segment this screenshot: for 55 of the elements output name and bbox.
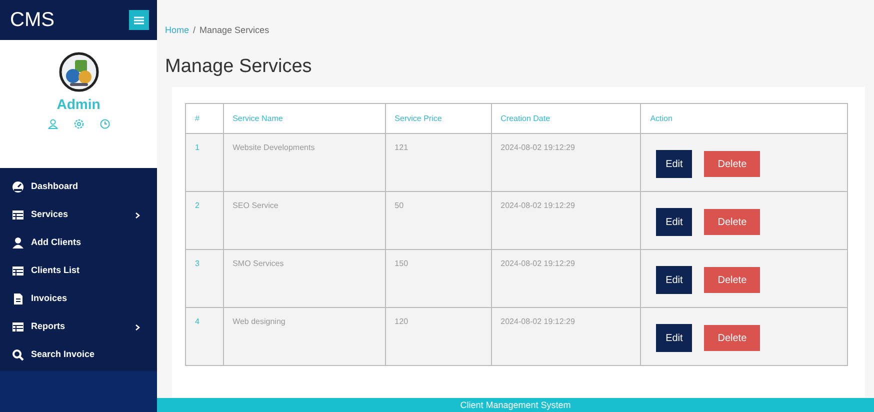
- column-header: Service Price: [385, 104, 492, 134]
- page-title: Manage Services: [165, 56, 313, 78]
- edit-button[interactable]: Edit: [656, 150, 692, 178]
- sidebar-item[interactable]: Clients List: [0, 257, 157, 285]
- table-cell: SEO Service: [223, 192, 386, 250]
- table-cell: 2: [186, 192, 224, 250]
- table-cell: 121: [385, 134, 492, 192]
- column-header: Service Name: [223, 104, 386, 134]
- table-cell: 2024-08-02 19:12:29: [491, 308, 641, 366]
- table-cell: Website Developments: [223, 134, 386, 192]
- table-cell: 2024-08-02 19:12:29: [491, 250, 641, 308]
- table-cell: Web designing: [223, 308, 386, 366]
- table-cell: 2024-08-02 19:12:29: [491, 134, 641, 192]
- table-cell: 1: [186, 134, 224, 192]
- column-header: Creation Date: [491, 104, 641, 134]
- column-header: #: [186, 104, 224, 134]
- settings-icon: [74, 119, 84, 129]
- column-header: Action: [640, 104, 848, 134]
- avatar-icon: [58, 52, 98, 92]
- search-icon: [12, 349, 24, 361]
- table-cell: 50: [385, 192, 492, 250]
- table-cell: 4: [186, 308, 224, 366]
- menu-icon: [134, 16, 144, 24]
- edit-button[interactable]: Edit: [656, 266, 692, 294]
- breadcrumb-current: Manage Services: [200, 25, 270, 35]
- sidebar-item[interactable]: Reports: [0, 313, 157, 341]
- dashboard-icon: [12, 181, 24, 193]
- sidebar-item[interactable]: Invoices: [0, 285, 157, 313]
- table-cell: 120: [385, 308, 492, 366]
- table-icon: [12, 265, 24, 277]
- delete-button[interactable]: Delete: [704, 209, 760, 236]
- delete-button[interactable]: Delete: [704, 325, 760, 352]
- sidebar-item[interactable]: Dashboard: [0, 173, 157, 201]
- table-icon: [12, 209, 24, 221]
- table-cell: 2024-08-02 19:12:29: [491, 192, 641, 250]
- sidebar-item[interactable]: Add Clients: [0, 229, 157, 257]
- delete-button[interactable]: Delete: [704, 151, 760, 178]
- table-cell: 3: [186, 250, 224, 308]
- sidebar-item[interactable]: Services: [0, 201, 157, 229]
- delete-button[interactable]: Delete: [704, 267, 760, 294]
- user-icon: [48, 119, 58, 129]
- brand-title: CMS: [10, 8, 54, 33]
- clock-icon: [100, 119, 110, 129]
- file-icon: [12, 293, 24, 305]
- table-icon: [12, 321, 24, 333]
- user-icon: [12, 237, 24, 249]
- menu-button[interactable]: [129, 10, 149, 30]
- edit-button[interactable]: Edit: [656, 324, 692, 352]
- table-cell: 150: [385, 250, 492, 308]
- breadcrumb-separator: /: [193, 25, 196, 35]
- footer-text: Client Management System: [157, 398, 874, 412]
- profile-name: Admin: [56, 95, 100, 114]
- table-cell: SMO Services: [223, 250, 386, 308]
- sidebar-item[interactable]: Search Invoice: [0, 341, 157, 369]
- edit-button[interactable]: Edit: [656, 208, 692, 236]
